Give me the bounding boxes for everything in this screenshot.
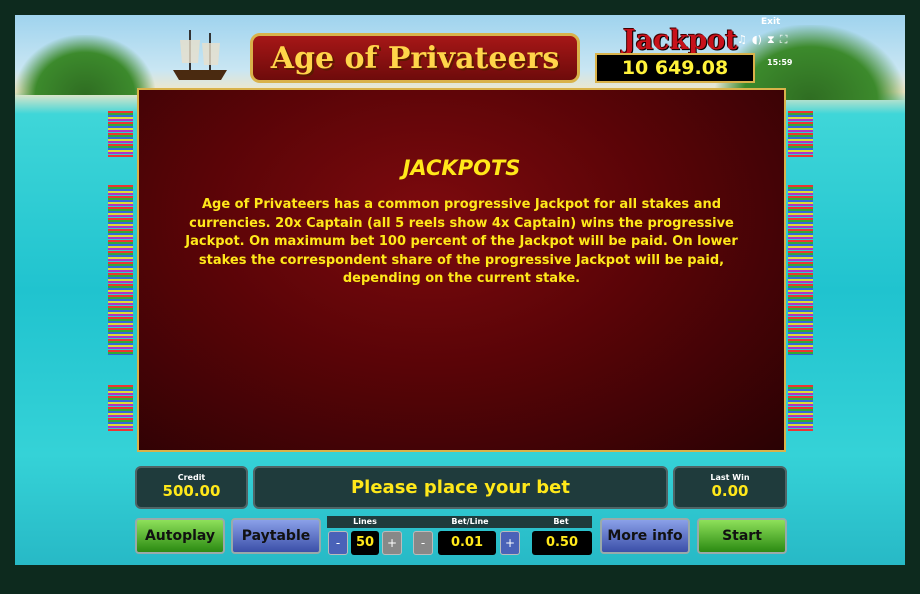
credit-box: Credit 500.00 — [135, 466, 248, 509]
game-logo: Age of Privateers — [250, 33, 580, 83]
info-heading: JACKPOTS — [402, 156, 521, 180]
more-info-button[interactable]: More info — [600, 518, 690, 554]
island-left — [15, 35, 155, 95]
ship-icon — [173, 30, 227, 80]
message-box: Please place your bet — [253, 466, 668, 509]
lines-minus-button[interactable]: - — [328, 531, 348, 555]
last-win-box: Last Win 0.00 — [673, 466, 787, 509]
bet-label: Bet — [553, 517, 569, 526]
bet-per-line-label: Bet/Line — [451, 517, 489, 526]
paytable-button[interactable]: Paytable — [231, 518, 321, 554]
line-indicators-left — [108, 111, 133, 157]
jackpot-amount: 10 649.08 — [595, 53, 755, 83]
sound-icon[interactable]: ◖) — [752, 33, 762, 47]
line-indicators-right — [788, 185, 813, 355]
lines-label: Lines — [353, 517, 377, 526]
info-panel: JACKPOTS Age of Privateers has a common … — [137, 88, 786, 452]
credit-value: 500.00 — [162, 482, 221, 500]
lines-plus-button[interactable]: + — [382, 531, 402, 555]
music-icon[interactable]: ♫ — [737, 33, 747, 47]
game-stage: Age of Privateers Jackpot 10 649.08 Exit… — [15, 15, 905, 565]
info-text: Age of Privateers has a common progressi… — [185, 197, 738, 286]
line-indicators-left — [108, 185, 133, 355]
exit-button[interactable]: Exit — [761, 17, 780, 27]
bet-value: 0.50 — [532, 531, 592, 555]
credit-label: Credit — [177, 473, 206, 482]
bet-per-line-value: 0.01 — [438, 531, 496, 555]
last-win-value: 0.00 — [711, 482, 749, 500]
status-message: Please place your bet — [350, 477, 570, 498]
bet-line-minus-button[interactable]: - — [413, 531, 433, 555]
start-button[interactable]: Start — [697, 518, 787, 554]
bet-line-plus-button[interactable]: + — [500, 531, 520, 555]
fullscreen-icon[interactable]: ⛶ — [780, 33, 788, 47]
autoplay-button[interactable]: Autoplay — [135, 518, 225, 554]
resize-icon[interactable]: ⧗ — [767, 33, 775, 47]
lines-value: 50 — [351, 531, 379, 555]
line-indicators-right — [788, 111, 813, 157]
line-indicators-right — [788, 385, 813, 431]
line-indicators-left — [108, 385, 133, 431]
clock: 15:59 — [767, 58, 793, 67]
jackpot-title: Jackpot — [623, 25, 738, 56]
last-win-label: Last Win — [710, 473, 750, 482]
